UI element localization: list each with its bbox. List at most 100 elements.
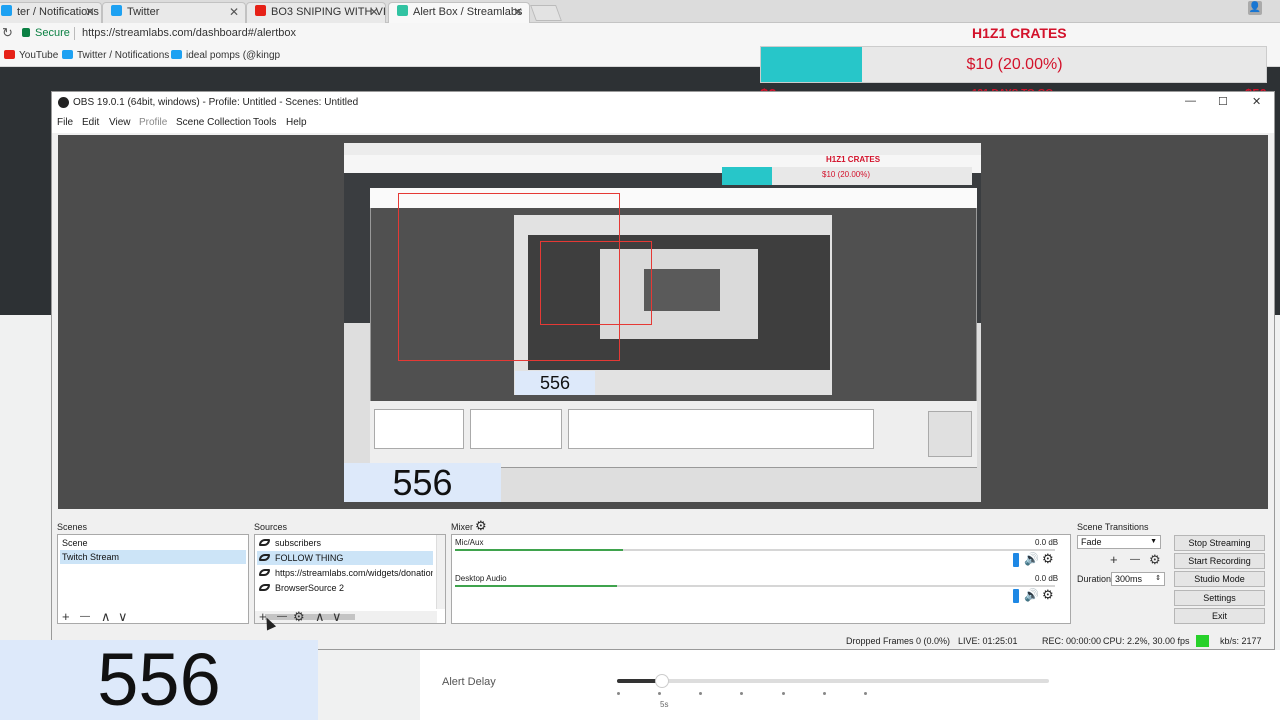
- url-input[interactable]: https://streamlabs.com/dashboard#/alertb…: [82, 27, 296, 39]
- tab-notifications[interactable]: ter / Notifications ✕: [0, 2, 102, 23]
- eye-icon[interactable]: [259, 539, 270, 546]
- eye-icon[interactable]: [259, 554, 270, 561]
- bookmark-youtube[interactable]: YouTube: [4, 50, 58, 61]
- close-icon[interactable]: ✕: [85, 3, 95, 22]
- source-item[interactable]: FOLLOW THING: [257, 551, 433, 565]
- scene-item[interactable]: Scene: [60, 536, 246, 550]
- scenes-label: Scenes: [57, 522, 88, 532]
- remove-icon[interactable]: —: [1130, 554, 1140, 565]
- sources-vertical-scrollbar[interactable]: [436, 535, 445, 609]
- tab-youtube-video[interactable]: BO3 SNIPING WITH VIEW ✕: [246, 2, 386, 23]
- audio-level: [455, 585, 617, 587]
- menu-scene-collection[interactable]: Scene Collection: [176, 117, 251, 128]
- mixer-channel-db: 0.0 dB: [1035, 538, 1059, 547]
- eye-icon[interactable]: [259, 569, 270, 576]
- audio-meter: [455, 549, 1055, 551]
- stream-preview[interactable]: H1Z1 CRATES $10 (20.00%) 556 556: [58, 135, 1268, 509]
- youtube-icon: [4, 50, 15, 59]
- menu-profile[interactable]: Profile: [139, 117, 167, 128]
- url-divider: [74, 27, 75, 40]
- source-item[interactable]: BrowserSource 2: [257, 581, 433, 595]
- mixer-channel-name: Desktop Audio: [455, 574, 507, 583]
- remove-icon[interactable]: —: [80, 611, 90, 622]
- secure-indicator[interactable]: Secure: [22, 27, 70, 39]
- gear-icon[interactable]: ⚙: [475, 518, 487, 534]
- minimize-icon[interactable]: —: [1185, 95, 1196, 107]
- menu-edit[interactable]: Edit: [82, 117, 99, 128]
- volume-slider-handle[interactable]: [1013, 589, 1019, 603]
- twitter-icon: [62, 50, 73, 59]
- transition-select[interactable]: Fade ▼: [1077, 535, 1161, 549]
- exit-button[interactable]: Exit: [1174, 608, 1265, 624]
- gear-icon[interactable]: ⚙: [293, 609, 305, 625]
- twitter-icon: [111, 5, 122, 16]
- add-transition-icon[interactable]: +: [1110, 552, 1118, 567]
- alert-delay-value: 5s: [660, 700, 669, 709]
- goal-progress-bar: $10 (20.00%): [760, 46, 1267, 83]
- close-icon[interactable]: ✕: [513, 3, 523, 22]
- profile-icon[interactable]: 👤: [1248, 1, 1262, 15]
- streamlabs-icon: [397, 5, 408, 16]
- menu-tools[interactable]: Tools: [253, 117, 276, 128]
- gear-icon[interactable]: ⚙: [1149, 552, 1161, 568]
- menu-view[interactable]: View: [109, 117, 131, 128]
- slider-ticks: [617, 692, 867, 696]
- gear-icon[interactable]: ⚙: [1042, 551, 1054, 567]
- remove-icon[interactable]: —: [277, 611, 287, 622]
- cpu-fps: CPU: 2.2%, 30.00 fps: [1103, 636, 1190, 646]
- nested-preview-capture: H1Z1 CRATES $10 (20.00%) 556 556: [344, 143, 981, 502]
- move-down-icon[interactable]: ∨: [118, 609, 128, 625]
- reload-icon[interactable]: ↻: [2, 25, 13, 41]
- volume-slider-handle[interactable]: [1013, 553, 1019, 567]
- obs-window: OBS 19.0.1 (64bit, windows) - Profile: U…: [51, 91, 1275, 650]
- stop-streaming-button[interactable]: Stop Streaming: [1174, 535, 1265, 551]
- nested-counter: 556: [344, 463, 501, 502]
- obs-titlebar: OBS 19.0.1 (64bit, windows) - Profile: U…: [52, 92, 1274, 113]
- sources-label: Sources: [254, 522, 288, 532]
- address-bar: ↻ Secure https://streamlabs.com/dashboar…: [0, 23, 1280, 45]
- goal-title: H1Z1 CRATES: [972, 25, 1067, 41]
- add-icon[interactable]: +: [62, 609, 70, 624]
- eye-icon[interactable]: [259, 584, 270, 591]
- menu-file[interactable]: File: [57, 117, 73, 128]
- obs-logo-icon: [58, 97, 69, 108]
- duration-spinbox[interactable]: 300ms ⇕: [1111, 572, 1165, 586]
- source-item[interactable]: https://streamlabs.com/widgets/donation-…: [257, 566, 433, 580]
- slider-handle[interactable]: [655, 674, 669, 688]
- maximize-icon[interactable]: ☐: [1218, 95, 1228, 108]
- rec-time: REC: 00:00:00: [1042, 636, 1102, 646]
- close-icon[interactable]: ✕: [229, 3, 239, 22]
- close-icon[interactable]: ✕: [369, 3, 379, 22]
- settings-card: [420, 650, 1280, 720]
- goal-amount: $10 (20.00%): [966, 56, 1063, 73]
- alert-delay-slider[interactable]: [617, 674, 1049, 688]
- mixer-panel: Mic/Aux 0.0 dB 🔊 ⚙ Desktop Audio 0.0 dB …: [451, 534, 1071, 624]
- bookmark-twitter-notifications[interactable]: Twitter / Notifications: [62, 50, 169, 61]
- studio-mode-button[interactable]: Studio Mode: [1174, 571, 1265, 587]
- gear-icon[interactable]: ⚙: [1042, 587, 1054, 603]
- menu-help[interactable]: Help: [286, 117, 307, 128]
- move-up-icon[interactable]: ∧: [315, 609, 325, 625]
- lock-icon: [22, 28, 30, 37]
- move-up-icon[interactable]: ∧: [101, 609, 111, 625]
- stream-health-indicator: [1196, 635, 1209, 647]
- tab-twitter[interactable]: Twitter ✕: [102, 2, 246, 23]
- duration-label: Duration: [1077, 574, 1112, 584]
- obs-window-title: OBS 19.0.1 (64bit, windows) - Profile: U…: [73, 97, 359, 108]
- new-tab-button[interactable]: [530, 5, 562, 21]
- scene-transitions-label: Scene Transitions: [1077, 522, 1149, 532]
- chevron-down-icon: ▼: [1150, 538, 1157, 545]
- speaker-icon[interactable]: 🔊: [1024, 588, 1039, 602]
- audio-level: [455, 549, 623, 551]
- spin-arrows-icon[interactable]: ⇕: [1155, 573, 1161, 585]
- settings-button[interactable]: Settings: [1174, 590, 1265, 606]
- close-icon[interactable]: ✕: [1252, 95, 1261, 108]
- source-item[interactable]: subscribers: [257, 536, 433, 550]
- move-down-icon[interactable]: ∨: [332, 609, 342, 625]
- speaker-icon[interactable]: 🔊: [1024, 552, 1039, 566]
- scene-item[interactable]: Twitch Stream: [60, 550, 246, 564]
- tab-alert-box[interactable]: Alert Box / Streamlabs ✕: [388, 2, 530, 23]
- start-recording-button[interactable]: Start Recording: [1174, 553, 1265, 569]
- bookmark-ideal-pomps[interactable]: ideal pomps (@kingp: [171, 50, 280, 61]
- mixer-channel-db: 0.0 dB: [1035, 574, 1059, 583]
